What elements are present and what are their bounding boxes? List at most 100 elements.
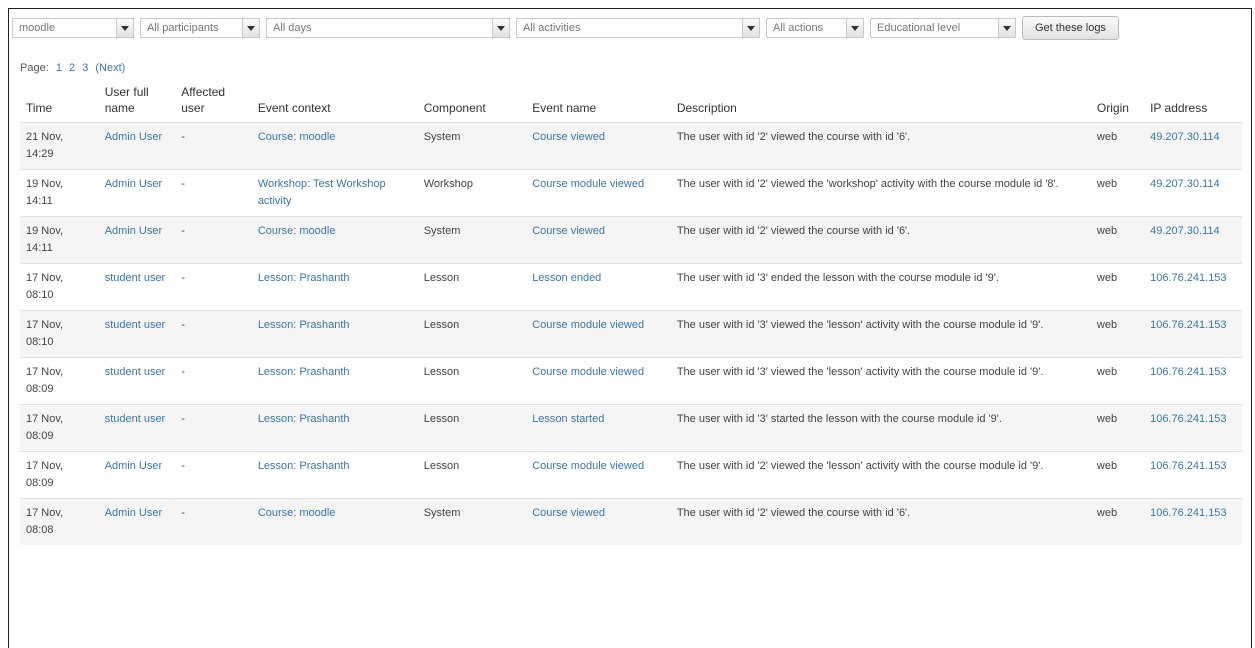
chevron-down-icon [846,19,863,37]
ip-address-link[interactable]: 49.207.30.114 [1150,225,1220,237]
get-logs-button[interactable]: Get these logs [1022,16,1119,40]
table-row: 17 Nov, 08:10 student user - Lesson: Pra… [20,310,1242,358]
user-link[interactable]: Admin User [105,178,162,190]
actions-select[interactable]: All actions [766,18,864,38]
cell-origin: web [1090,263,1145,311]
table-row: 17 Nov, 08:09 student user - Lesson: Pra… [20,357,1242,405]
cell-description: The user with id '3' started the lesson … [670,404,1091,452]
chevron-down-icon [492,19,509,37]
cell-component: Workshop [417,169,527,217]
cell-time: 17 Nov, 08:09 [20,357,99,405]
event-context-link[interactable]: Lesson: Prashanth [258,460,350,472]
course-select[interactable]: moodle [12,18,134,38]
ip-address-link[interactable]: 106.76.241.153 [1150,460,1226,472]
cell-affected-user: - [175,169,252,217]
cell-time: 17 Nov, 08:09 [20,451,99,499]
col-header-user-full-name: User full name [104,85,149,115]
event-context-link[interactable]: Course: moodle [258,225,336,237]
activities-select-value: All activities [523,22,581,34]
user-link[interactable]: student user [105,366,166,378]
cell-description: The user with id '2' viewed the 'worksho… [670,169,1091,217]
cell-affected-user: - [175,404,252,452]
col-header-component: Component [423,101,486,115]
event-name-link[interactable]: Course module viewed [532,460,644,472]
pagination: Page: 1 2 3 (Next) [20,62,125,74]
table-row: 17 Nov, 08:08 Admin User - Course: moodl… [20,498,1242,545]
event-context-link[interactable]: Workshop: Test Workshop activity [258,178,386,207]
cell-component: System [417,122,527,170]
educational-level-select-value: Educational level [877,22,961,34]
table-row: 17 Nov, 08:09 student user - Lesson: Pra… [20,404,1242,452]
chevron-down-icon [242,19,259,37]
event-name-link[interactable]: Course module viewed [532,366,644,378]
table-header-row: Time User full name Affected user Event … [20,80,1242,123]
ip-address-link[interactable]: 106.76.241.153 [1150,413,1226,425]
table-row: 17 Nov, 08:10 student user - Lesson: Pra… [20,263,1242,311]
cell-origin: web [1090,451,1145,499]
ip-address-link[interactable]: 106.76.241.153 [1150,507,1226,519]
event-context-link[interactable]: Lesson: Prashanth [258,366,350,378]
event-context-link[interactable]: Lesson: Prashanth [258,272,350,284]
user-link[interactable]: Admin User [105,225,162,237]
ip-address-link[interactable]: 106.76.241.153 [1150,319,1226,331]
ip-address-link[interactable]: 106.76.241.153 [1150,272,1226,284]
cell-origin: web [1090,357,1145,405]
event-name-link[interactable]: Course viewed [532,131,605,143]
actions-select-value: All actions [773,22,824,34]
event-name-link[interactable]: Course viewed [532,225,605,237]
chevron-down-icon [116,19,133,37]
user-link[interactable]: student user [105,319,166,331]
cell-description: The user with id '2' viewed the course w… [670,498,1091,545]
cell-component: Lesson [417,404,527,452]
days-select[interactable]: All days [266,18,510,38]
cell-origin: web [1090,169,1145,217]
page-link-1[interactable]: 1 [56,62,62,74]
activities-select[interactable]: All activities [516,18,760,38]
event-name-link[interactable]: Lesson ended [532,272,601,284]
event-name-link[interactable]: Lesson started [532,413,604,425]
participants-select[interactable]: All participants [140,18,260,38]
cell-time: 17 Nov, 08:10 [20,310,99,358]
ip-address-link[interactable]: 49.207.30.114 [1150,178,1220,190]
chevron-down-icon [998,19,1015,37]
user-link[interactable]: student user [105,272,166,284]
page-label: Page: [20,62,49,74]
user-link[interactable]: Admin User [105,131,162,143]
user-link[interactable]: Admin User [105,460,162,472]
participants-select-value: All participants [147,22,219,34]
logs-table: Time User full name Affected user Event … [20,80,1242,545]
user-link[interactable]: student user [105,413,166,425]
col-header-ip-address: IP address [1150,101,1208,115]
page-link-3[interactable]: 3 [82,62,88,74]
event-context-link[interactable]: Course: moodle [258,507,336,519]
col-header-event-name: Event name [532,101,597,115]
cell-affected-user: - [175,216,252,264]
cell-description: The user with id '2' viewed the 'lesson'… [670,451,1091,499]
ip-address-link[interactable]: 49.207.30.114 [1150,131,1220,143]
cell-component: Lesson [417,263,527,311]
user-link[interactable]: Admin User [105,507,162,519]
event-name-link[interactable]: Course viewed [532,507,605,519]
page-link-2[interactable]: 2 [69,62,75,74]
ip-address-link[interactable]: 106.76.241.153 [1150,366,1226,378]
event-context-link[interactable]: Lesson: Prashanth [258,413,350,425]
cell-time: 17 Nov, 08:08 [20,498,99,545]
cell-affected-user: - [175,451,252,499]
cell-component: Lesson [417,451,527,499]
event-name-link[interactable]: Course module viewed [532,319,644,331]
cell-origin: web [1090,404,1145,452]
event-name-link[interactable]: Course module viewed [532,178,644,190]
cell-time: 19 Nov, 14:11 [20,216,99,264]
table-row: 21 Nov, 14:29 Admin User - Course: moodl… [20,122,1242,170]
cell-origin: web [1090,310,1145,358]
log-filters: moodle All participants All days All act… [12,14,1119,42]
cell-affected-user: - [175,122,252,170]
next-page-link[interactable]: (Next) [95,62,125,74]
course-select-value: moodle [19,22,56,34]
educational-level-select[interactable]: Educational level [870,18,1016,38]
cell-time: 19 Nov, 14:11 [20,169,99,217]
event-context-link[interactable]: Course: moodle [258,131,336,143]
cell-description: The user with id '2' viewed the course w… [670,216,1091,264]
event-context-link[interactable]: Lesson: Prashanth [258,319,350,331]
chevron-down-icon [742,19,759,37]
